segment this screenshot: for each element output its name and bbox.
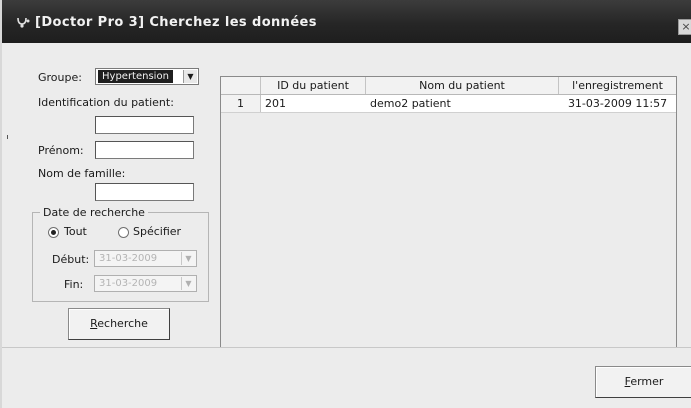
patient-id-input[interactable] <box>95 116 194 134</box>
end-date-label: Fin: <box>64 278 84 291</box>
window-title: [Doctor Pro 3] Cherchez les données <box>35 15 317 30</box>
close-icon[interactable]: × <box>678 19 691 35</box>
radio-all[interactable] <box>48 227 59 238</box>
first-name-label: Prénom: <box>38 144 84 157</box>
chevron-down-icon[interactable]: ▼ <box>181 252 195 265</box>
column-header-index[interactable] <box>221 77 261 94</box>
end-date-picker[interactable]: 31-03-2009 ▼ <box>94 275 197 292</box>
radio-specify-label[interactable]: Spécifier <box>133 225 181 238</box>
radio-specify[interactable] <box>118 227 129 238</box>
radio-all-label[interactable]: Tout <box>64 225 87 238</box>
search-dialog: [Doctor Pro 3] Cherchez les données × Gr… <box>0 0 691 408</box>
cell-patient-name: demo2 patient <box>370 97 451 110</box>
first-name-input[interactable] <box>95 141 194 159</box>
cell-record-date: 31-03-2009 11:57 <box>567 97 668 110</box>
close-button-label: ermer <box>630 375 664 388</box>
chevron-down-icon[interactable]: ▼ <box>183 70 197 83</box>
footer-divider <box>2 347 691 348</box>
stethoscope-icon <box>17 17 30 28</box>
last-name-label: Nom de famille: <box>38 167 126 180</box>
title-bar[interactable]: [Doctor Pro 3] Cherchez les données × <box>2 0 691 43</box>
start-date-label: Début: <box>52 253 90 266</box>
search-button[interactable]: Recherche <box>68 308 170 340</box>
patient-id-label: Identification du patient: <box>38 96 174 109</box>
end-date-value: 31-03-2009 <box>99 278 158 289</box>
start-date-picker[interactable]: 31-03-2009 ▼ <box>94 250 197 267</box>
group-label: Groupe: <box>38 71 82 84</box>
search-button-label: echerche <box>97 317 148 330</box>
results-table[interactable]: ID du patient Nom du patient l'enregistr… <box>220 76 677 348</box>
close-button[interactable]: Fermer <box>595 366 691 398</box>
table-header: ID du patient Nom du patient l'enregistr… <box>221 77 676 95</box>
last-name-input[interactable] <box>95 183 194 201</box>
date-search-title: Date de recherche <box>40 206 148 219</box>
edge-mark <box>7 135 8 139</box>
column-header-patient-name[interactable]: Nom du patient <box>366 77 559 94</box>
group-selected-value: Hypertension <box>98 70 173 83</box>
column-header-record-date[interactable]: l'enregistrement <box>559 77 676 94</box>
table-row[interactable]: 1 201 demo2 patient 31-03-2009 11:57 <box>221 95 676 113</box>
row-index: 1 <box>221 95 261 112</box>
group-select[interactable]: Hypertension ▼ <box>95 68 199 85</box>
start-date-value: 31-03-2009 <box>99 253 158 264</box>
cell-patient-id: 201 <box>265 97 286 110</box>
column-header-patient-id[interactable]: ID du patient <box>261 77 366 94</box>
chevron-down-icon[interactable]: ▼ <box>181 277 195 290</box>
